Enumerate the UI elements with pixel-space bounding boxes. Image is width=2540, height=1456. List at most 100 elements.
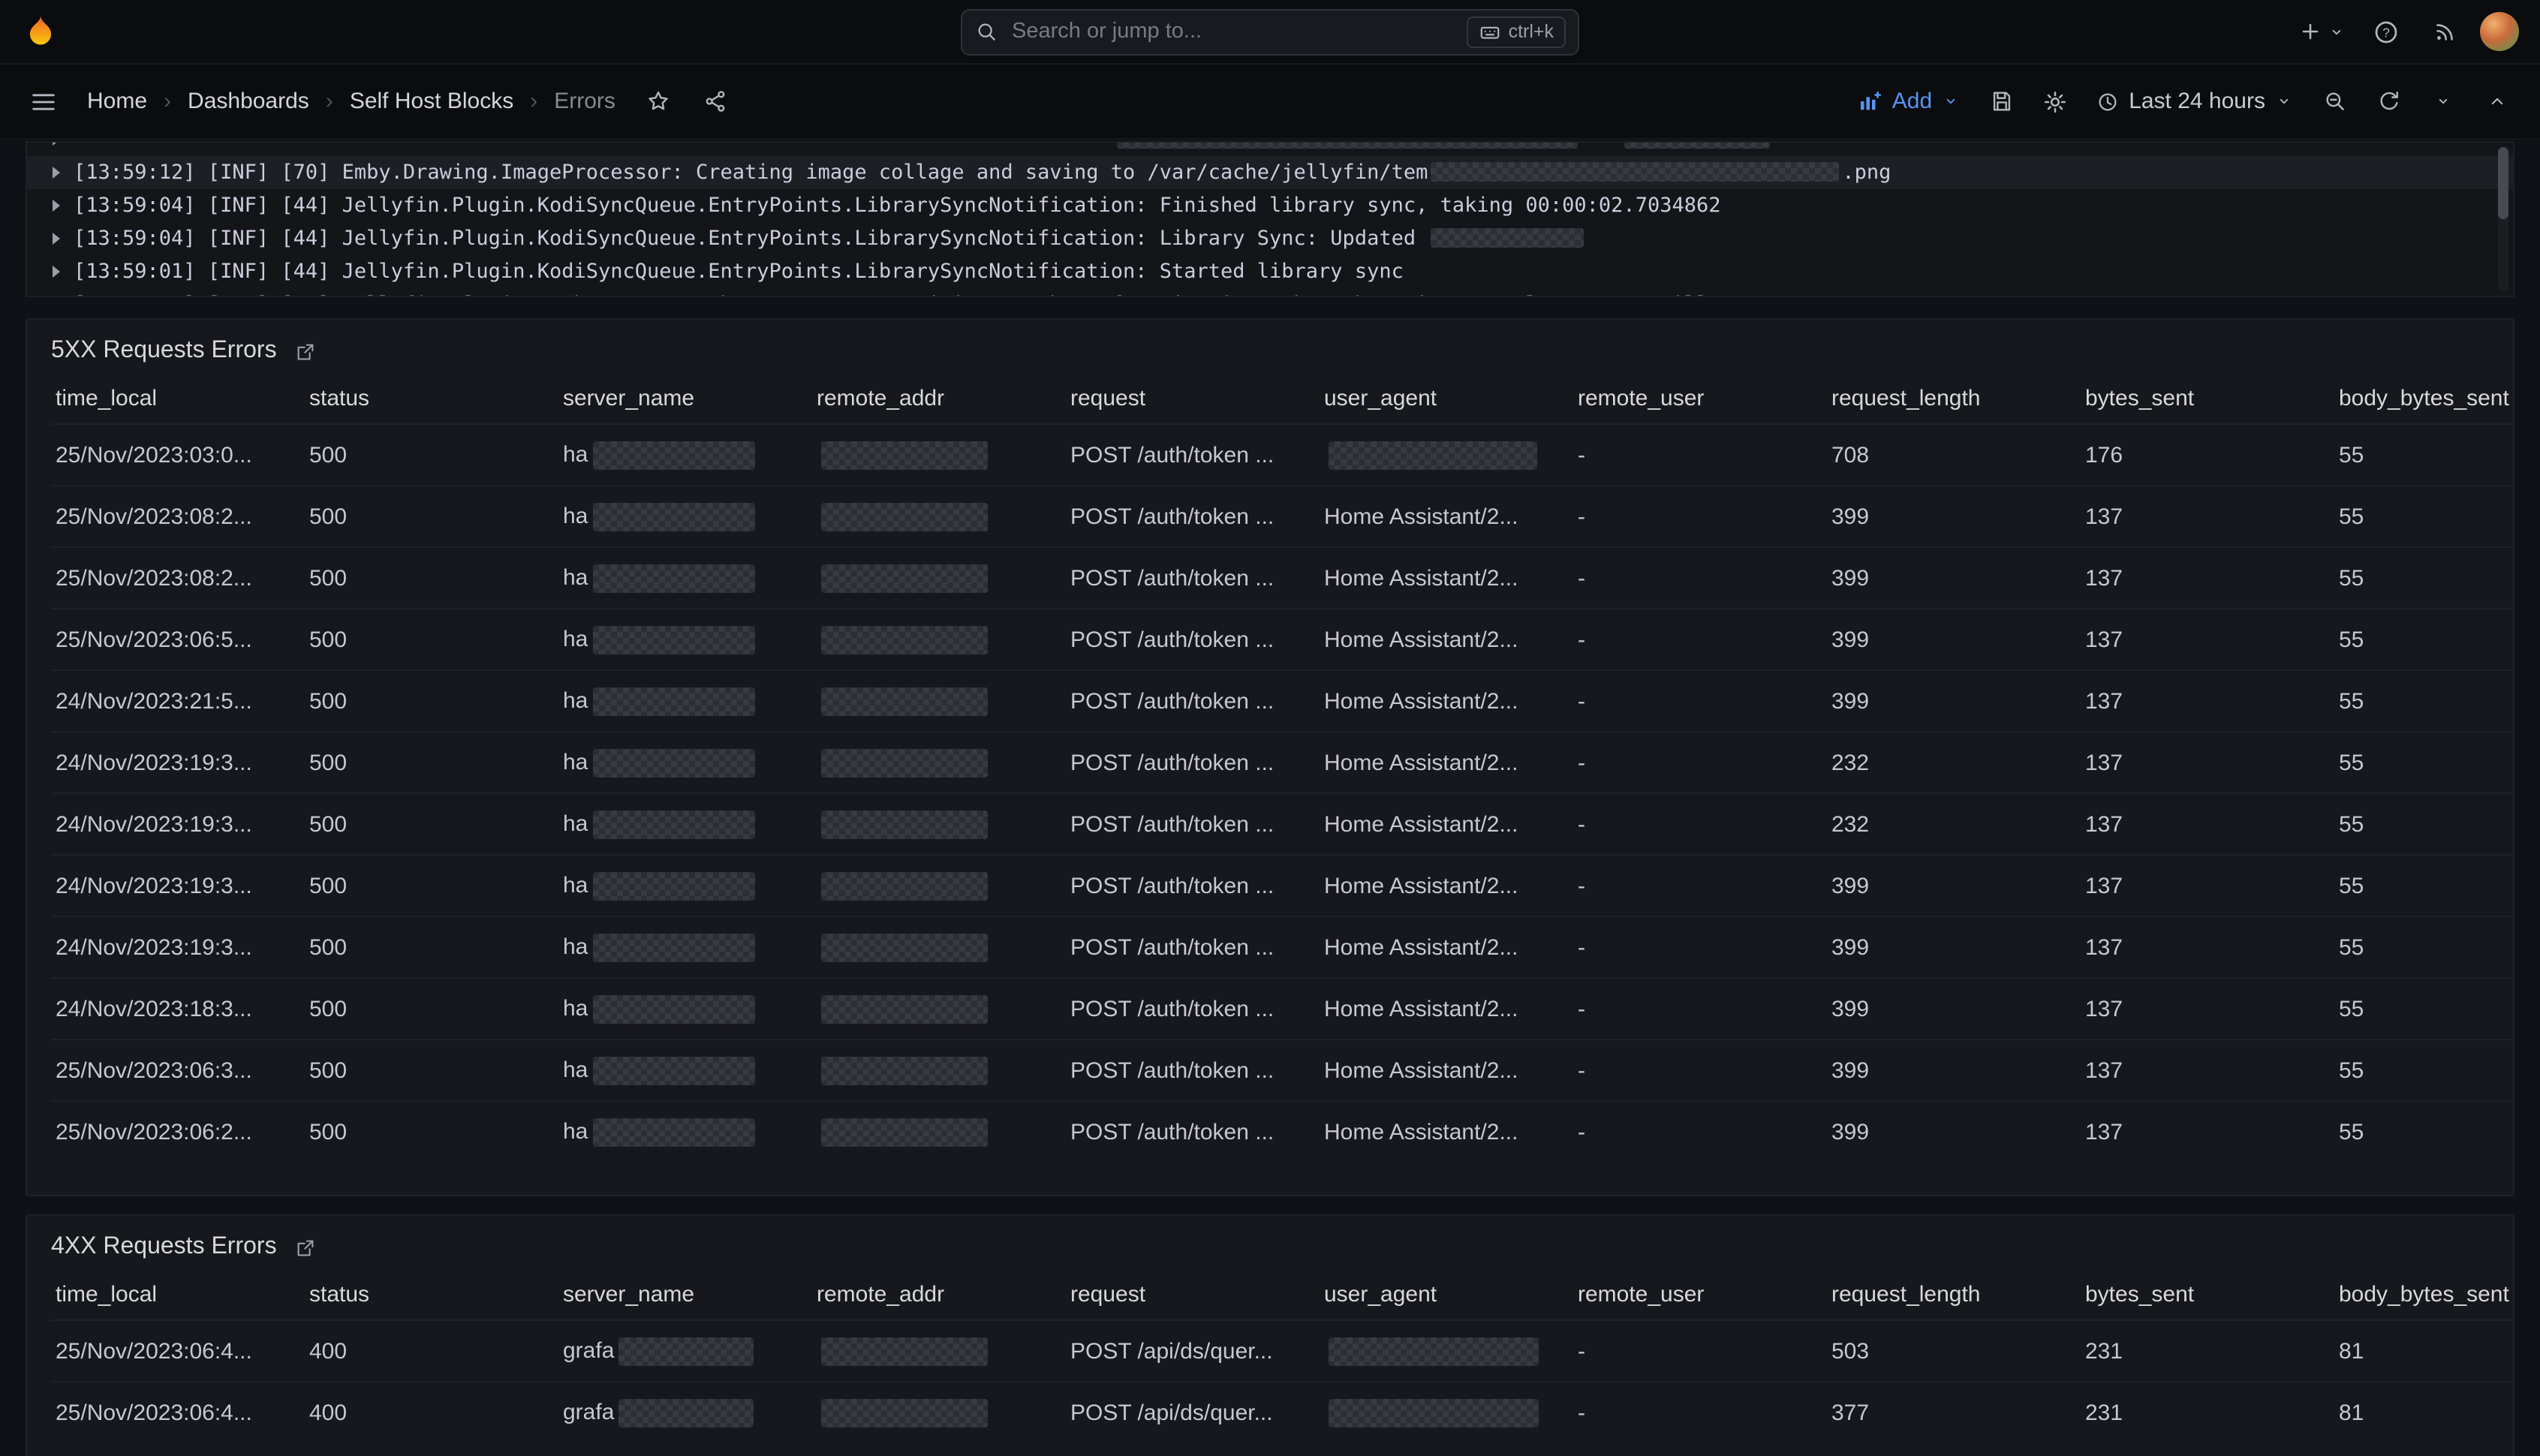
panel-title[interactable]: 5XX Requests Errors (51, 338, 277, 365)
save-dashboard-button[interactable] (1976, 77, 2027, 125)
share-button[interactable] (691, 77, 742, 125)
table-cell: POST /api/ds/quer... (1066, 1382, 1320, 1442)
log-scrollbar-thumb[interactable] (2498, 147, 2508, 219)
redacted-text (821, 1056, 988, 1084)
column-header[interactable]: remote_user (1573, 1276, 1827, 1320)
log-row[interactable]: [13:59:04] [INF] [44] Jellyfin.Plugin.Ko… (27, 189, 2513, 222)
dashboard-settings-button[interactable] (2030, 77, 2081, 125)
table-cell: 137 (2081, 670, 2334, 732)
column-header[interactable]: body_bytes_sent (2334, 1276, 2513, 1320)
cell-text: 25/Nov/2023:08:2... (56, 504, 252, 529)
expand-chevron-icon[interactable] (53, 200, 60, 212)
table-cell: 137 (2081, 978, 2334, 1039)
log-rows: [13:59:12] [INF] [70] Emby.Drawing.Image… (27, 143, 2513, 296)
table-cell (812, 1320, 1066, 1382)
panel-header: 4XX Requests Errors (27, 1216, 2513, 1276)
log-line: [13:59:04] [INF] [44] Jellyfin.Plugin.Ko… (74, 227, 1587, 251)
table-cell: 500 (305, 1039, 558, 1101)
table-cell (812, 670, 1066, 732)
redacted-text (821, 748, 988, 777)
column-header[interactable]: server_name (558, 380, 812, 424)
column-header[interactable]: body_bytes_sent (2334, 380, 2513, 424)
table-cell: 231 (2081, 1320, 2334, 1382)
table-row: 25/Nov/2023:06:4...400grafaPOST /api/ds/… (51, 1382, 2513, 1442)
log-row[interactable]: [13:59:00] [INF] [44] Jellyfin.Plugin.TM… (27, 288, 2513, 296)
column-header[interactable]: request (1066, 1276, 1320, 1320)
search-input[interactable] (1009, 18, 1456, 45)
panel-title[interactable]: 4XX Requests Errors (51, 1234, 277, 1261)
cell-text: 137 (2085, 934, 2123, 960)
news-button[interactable] (2420, 8, 2471, 56)
column-header[interactable]: request (1066, 380, 1320, 424)
user-avatar[interactable] (2480, 12, 2519, 51)
help-button[interactable]: ? (2360, 8, 2411, 56)
table-cell: POST /auth/token ... (1066, 793, 1320, 855)
breadcrumb-item-home[interactable]: Home (84, 89, 150, 114)
expand-chevron-icon[interactable] (53, 233, 60, 245)
zoom-out-button[interactable] (2309, 77, 2360, 125)
time-range-picker[interactable]: Last 24 hours (2084, 77, 2306, 125)
new-menu-button[interactable] (2292, 8, 2351, 56)
refresh-interval-button[interactable] (2417, 77, 2468, 125)
cell-text: POST /auth/token ... (1070, 1057, 1274, 1083)
column-header[interactable]: bytes_sent (2081, 380, 2334, 424)
cell-text: ha (563, 441, 588, 467)
expand-chevron-icon[interactable] (53, 266, 60, 278)
cell-text: 399 (1831, 565, 1869, 591)
column-header[interactable]: status (305, 1276, 558, 1320)
table-cell: 55 (2334, 670, 2513, 732)
table-cell: - (1573, 1320, 1827, 1382)
refresh-button[interactable] (2363, 77, 2414, 125)
breadcrumb-item-self-host-blocks[interactable]: Self Host Blocks (347, 89, 516, 114)
table-cell: 400 (305, 1382, 558, 1442)
favorite-button[interactable] (633, 77, 685, 125)
table-cell: POST /auth/token ... (1066, 1101, 1320, 1162)
cell-text: 400 (309, 1338, 347, 1364)
table-cell: - (1573, 916, 1827, 978)
rss-icon (2432, 18, 2459, 45)
column-header[interactable]: user_agent (1320, 380, 1573, 424)
column-header[interactable]: status (305, 380, 558, 424)
column-header[interactable]: server_name (558, 1276, 812, 1320)
log-row[interactable]: [13:59:12] [INF] [70] Emby.Drawing.Image… (27, 156, 2513, 189)
column-header[interactable]: remote_addr (812, 380, 1066, 424)
cell-text: - (1578, 565, 1585, 591)
add-panel-button[interactable]: Add (1846, 77, 1973, 125)
external-link-icon[interactable] (295, 1236, 318, 1259)
cell-text: - (1578, 750, 1585, 775)
external-link-icon[interactable] (295, 340, 318, 362)
table-cell: ha (558, 670, 812, 732)
log-row[interactable] (27, 143, 2513, 156)
column-header[interactable]: user_agent (1320, 1276, 1573, 1320)
time-range-label: Last 24 hours (2129, 89, 2265, 114)
table-cell: 81 (2334, 1320, 2513, 1382)
column-header[interactable]: remote_user (1573, 380, 1827, 424)
column-header[interactable]: request_length (1827, 1276, 2081, 1320)
column-header[interactable]: time_local (51, 380, 305, 424)
log-line: [13:59:12] [INF] [70] Emby.Drawing.Image… (74, 161, 1891, 185)
column-header[interactable]: remote_addr (812, 1276, 1066, 1320)
column-header[interactable]: bytes_sent (2081, 1276, 2334, 1320)
search-box[interactable]: ctrl+k (961, 8, 1579, 55)
log-row[interactable]: [13:59:01] [INF] [44] Jellyfin.Plugin.Ko… (27, 255, 2513, 288)
cell-text: 231 (2085, 1338, 2123, 1364)
expand-chevron-icon[interactable] (53, 143, 60, 146)
table-cell: 137 (2081, 855, 2334, 916)
expand-chevron-icon[interactable] (53, 167, 60, 179)
grafana-logo-icon[interactable] (21, 12, 60, 51)
dashboard-toolbar: Home › Dashboards › Self Host Blocks › E… (0, 65, 2540, 140)
table-cell: ha (558, 609, 812, 670)
log-scrollbar[interactable] (2498, 147, 2508, 291)
column-header[interactable]: request_length (1827, 380, 2081, 424)
toolbar-right: Add (1846, 77, 2522, 125)
table-cell: 55 (2334, 1101, 2513, 1162)
mega-menu-toggle-button[interactable] (18, 77, 69, 125)
log-row[interactable]: [13:59:04] [INF] [44] Jellyfin.Plugin.Ko… (27, 222, 2513, 255)
collapse-toolbar-button[interactable] (2471, 77, 2522, 125)
column-header[interactable]: time_local (51, 1276, 305, 1320)
breadcrumb-item-dashboards[interactable]: Dashboards (185, 89, 312, 114)
redacted-text (592, 871, 754, 900)
cell-text: 25/Nov/2023:06:4... (56, 1338, 252, 1364)
log-text: [13:59:12] [INF] [70] Emby.Drawing.Image… (74, 161, 1428, 185)
cell-text: 55 (2339, 750, 2364, 775)
